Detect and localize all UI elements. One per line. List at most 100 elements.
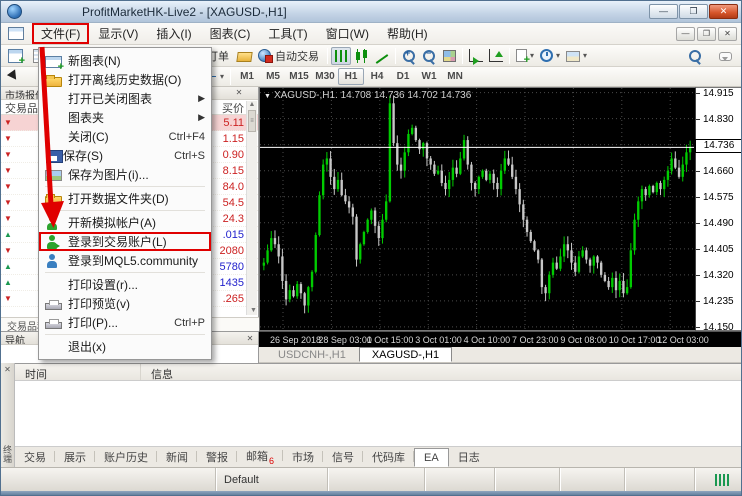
new-chart-button[interactable] [5,47,26,65]
cursor-tool-icon[interactable] [5,68,25,86]
terminal-tab-市场[interactable]: 市场 [283,447,323,467]
chat-button[interactable] [715,47,735,65]
user-login-icon [45,234,62,250]
terminal-tab-展示[interactable]: 展示 [55,447,95,467]
file-menu-item-1[interactable]: 打开离线历史数据(O) [39,70,211,89]
file-menu-item-10[interactable]: 登录到MQL5.community [39,251,211,270]
file-menu-item-4[interactable]: 关闭(C)Ctrl+F4 [39,127,211,146]
timeframe-M1[interactable]: M1 [234,68,260,85]
line-chart-button[interactable] [372,47,392,65]
autotrading-button[interactable]: 自动交易 [255,47,324,65]
file-menu-item-3[interactable]: 图表夹▶ [39,108,211,127]
chart-shift-button[interactable] [486,47,506,65]
zoom-out-button[interactable] [419,47,439,65]
status-segment [328,468,425,491]
price-down-icon: ▼ [1,182,15,191]
terminal-tab-邮箱[interactable]: 邮箱6 [237,446,283,467]
menu-item-label: 打印预览(v) [68,295,130,312]
file-menu-item-0[interactable]: 新图表(N) [39,51,211,70]
no-icon [45,91,62,107]
bar-chart-icon [335,50,348,62]
file-menu-item-12[interactable]: 打印预览(v) [39,294,211,313]
periods-button[interactable]: ▾ [537,47,563,65]
chart-collapse-icon[interactable]: ▼ [264,93,271,100]
menu-bar-items: 文件(F)显示(V)插入(I)图表(C)工具(T)窗口(W)帮助(H) [32,23,437,44]
zoom-in-icon [402,49,416,63]
candlestick-chart[interactable] [260,88,694,330]
file-menu-item-14[interactable]: 退出(x) [39,337,211,356]
mailbox-button[interactable] [234,47,255,65]
market-watch-scrollbar[interactable]: ▲≡▼ [246,101,257,315]
auto-scroll-button[interactable] [466,47,486,65]
terminal-tab-日志[interactable]: 日志 [449,447,489,467]
timeframe-M15[interactable]: M15 [286,68,312,85]
price-down-icon: ▼ [1,134,15,143]
candlestick-button[interactable] [351,47,372,65]
terminal-column-time[interactable]: 时间 [15,364,141,380]
chart-tab-1[interactable]: XAGUSD-,H1 [359,347,452,362]
tile-windows-button[interactable] [439,47,459,65]
timeframe-M30[interactable]: M30 [312,68,338,85]
file-menu-item-7[interactable]: 打开数据文件夹(D) [39,189,211,208]
menu-shortcut: Ctrl+P [166,317,205,329]
timeframe-H4[interactable]: H4 [364,68,390,85]
timeframe-H1[interactable]: H1 [338,68,364,85]
close-button[interactable]: ✕ [709,4,738,19]
terminal-tab-账户历史[interactable]: 账户历史 [95,447,157,467]
file-menu-item-9[interactable]: 登录到交易账户(L) [39,232,211,251]
file-menu-item-2[interactable]: 打开已关闭图表▶ [39,89,211,108]
file-menu-item-13[interactable]: 打印(P)...Ctrl+P [39,313,211,332]
toolbar-separator [327,48,328,64]
menu-item-4[interactable]: 工具(T) [259,23,316,44]
timeframe-MN[interactable]: MN [442,68,468,85]
terminal-tab-label: EA [424,452,439,464]
terminal-column-message[interactable]: 信息 [141,364,742,380]
timeframe-M5[interactable]: M5 [260,68,286,85]
terminal-close-icon[interactable]: ✕ [4,365,11,374]
mdi-minimize-button[interactable]: — [676,27,695,41]
profile-selector[interactable]: Default [216,468,328,491]
mdi-close-button[interactable]: ✕ [718,27,737,41]
menu-item-1[interactable]: 显示(V) [89,23,147,44]
time-axis-label: 12 Oct 03:00 [657,335,709,345]
price-up-icon: ▲ [1,278,15,287]
status-segment [425,468,495,491]
current-price-tag: 14.736 [695,139,742,153]
menu-item-0[interactable]: 文件(F) [32,23,89,44]
toolbar-button-label: 自动交易 [273,48,321,64]
templates-button[interactable]: ▾ [563,47,590,65]
terminal-tab-label: 展示 [64,452,86,464]
restore-button[interactable]: ❐ [679,4,708,19]
minimize-button[interactable]: — [649,4,678,19]
terminal-tab-交易[interactable]: 交易 [15,447,55,467]
indicators-button[interactable]: ▾ [513,47,537,65]
terminal-tab-新闻[interactable]: 新闻 [157,447,197,467]
file-menu-item-11[interactable]: 打印设置(r)... [39,275,211,294]
menu-item-2[interactable]: 插入(I) [147,23,200,44]
terminal-tab-信号[interactable]: 信号 [323,447,363,467]
time-axis-label: 9 Oct 08:00 [560,335,607,345]
terminal-tab-代码库[interactable]: 代码库 [363,447,414,467]
navigator-close-icon[interactable]: ✕ [244,333,256,344]
file-menu-item-6[interactable]: 保存为图片(i)... [39,165,211,184]
folder-icon [45,196,62,206]
terminal-tab-警报[interactable]: 警报 [197,447,237,467]
terminal-tab-EA[interactable]: EA [414,448,449,467]
timeframe-W1[interactable]: W1 [416,68,442,85]
file-menu-item-5[interactable]: 保存(S)Ctrl+S [39,146,211,165]
zoom-in-button[interactable] [399,47,419,65]
chart-canvas[interactable]: ▼XAGUSD-,H1. 14.708 14.736 14.702 14.736 [259,87,695,331]
mdi-restore-button[interactable]: ❐ [697,27,716,41]
timeframe-D1[interactable]: D1 [390,68,416,85]
market-watch-close-icon[interactable]: ✕ [233,87,245,99]
search-button[interactable] [685,47,705,65]
menu-item-5[interactable]: 窗口(W) [317,23,378,44]
file-menu-item-8[interactable]: 开新模拟帐户(A) [39,213,211,232]
bar-chart-button[interactable] [331,47,351,65]
chart-tab-0[interactable]: USDCNH-,H1 [265,347,359,362]
indicators-icon [516,49,527,62]
menu-item-6[interactable]: 帮助(H) [378,23,437,44]
menu-item-label: 图表夹 [68,109,104,126]
menu-item-3[interactable]: 图表(C) [201,23,260,44]
price-down-icon: ▼ [1,294,15,303]
